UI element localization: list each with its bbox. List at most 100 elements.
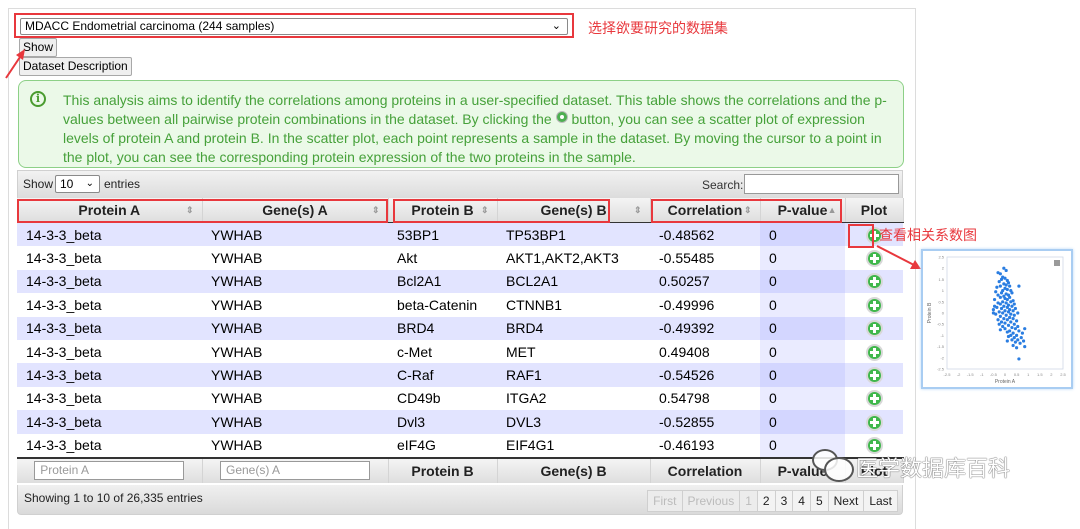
genes-a-filter-input[interactable]: Gene(s) A bbox=[220, 461, 370, 481]
scatter-point bbox=[992, 297, 997, 302]
highlight-protein-gene-b bbox=[393, 199, 610, 223]
plot-cell bbox=[845, 316, 903, 340]
scatter-point bbox=[992, 304, 997, 308]
table-info-bar: Showing 1 to 10 of 26,335 entries First … bbox=[17, 485, 903, 515]
scatter-point bbox=[1019, 336, 1023, 340]
scatter-point bbox=[1017, 357, 1021, 361]
pagination-page-3[interactable]: 3 bbox=[774, 490, 794, 512]
scatter-point bbox=[1003, 321, 1007, 325]
dataset-select-highlight: MDACC Endometrial carcinoma (244 samples… bbox=[14, 13, 574, 38]
scatter-point bbox=[996, 293, 1000, 297]
footer-correlation: Correlation bbox=[650, 456, 761, 483]
x-tick-label: -1 bbox=[980, 372, 984, 377]
scatter-point bbox=[991, 311, 995, 315]
protein-a-filter-input[interactable]: Protein A bbox=[34, 461, 185, 481]
plot-button-icon[interactable] bbox=[865, 320, 883, 338]
genes-a-cell: YWHAB bbox=[202, 363, 388, 387]
scatter-plot: -2.5 -2 -1.5 -1 -0.5 0 0.5 1 1.5 2 2.5 2.5 2 1.5 1 0.5 0… bbox=[927, 255, 1067, 386]
genes-a-cell: YWHAB bbox=[202, 246, 388, 270]
scatter-point bbox=[1012, 336, 1016, 340]
column-header-plot: Plot bbox=[845, 198, 904, 223]
info-icon: i bbox=[30, 91, 46, 107]
select-dataset-annotation: 选择欲要研究的数据集 bbox=[588, 21, 728, 37]
protein-a-cell: 14-3-3_beta bbox=[17, 316, 202, 340]
genes-a-cell: YWHAB bbox=[202, 410, 388, 434]
protein-b-cell: Bcl2A1 bbox=[388, 269, 497, 294]
scatter-point bbox=[998, 328, 1002, 332]
plot-button-icon[interactable] bbox=[865, 296, 883, 314]
scatter-point bbox=[1005, 287, 1009, 292]
y-tick-label: 1 bbox=[942, 288, 945, 293]
protein-b-cell: Akt bbox=[388, 246, 497, 270]
scatter-point bbox=[1011, 343, 1015, 348]
scatter-point bbox=[1011, 309, 1015, 313]
p-value-cell: 0 bbox=[760, 363, 845, 387]
genes-b-cell: BRD4 bbox=[497, 316, 650, 340]
table-row: 14-3-3_beta YWHAB CD49b ITGA2 0.54798 0 bbox=[17, 386, 903, 411]
scatter-point bbox=[1013, 340, 1018, 344]
pagination-page-5[interactable]: 5 bbox=[809, 490, 829, 512]
protein-b-cell: beta-Catenin bbox=[388, 293, 497, 317]
page-length-select[interactable]: 10 ⌄ bbox=[55, 175, 100, 193]
genes-a-cell: YWHAB bbox=[202, 222, 388, 247]
p-value-cell: 0 bbox=[760, 386, 845, 411]
genes-b-cell: EIF4G1 bbox=[497, 433, 650, 458]
genes-b-cell: CTNNB1 bbox=[497, 293, 650, 317]
pagination-page-4[interactable]: 4 bbox=[792, 490, 811, 512]
scatter-point bbox=[1005, 330, 1009, 334]
pagination-page-1[interactable]: 1 bbox=[739, 490, 758, 512]
scatter-point bbox=[1017, 329, 1021, 333]
genes-b-cell: TP53BP1 bbox=[497, 222, 650, 247]
scatter-point bbox=[991, 308, 995, 312]
genes-b-cell: ITGA2 bbox=[497, 386, 650, 411]
pagination-next[interactable]: Next bbox=[827, 490, 865, 512]
scatter-point bbox=[1013, 327, 1018, 331]
genes-a-cell: YWHAB bbox=[202, 269, 388, 294]
scatter-point bbox=[1004, 313, 1008, 317]
scatter-point bbox=[1004, 268, 1008, 273]
scatter-point bbox=[996, 318, 1000, 322]
x-tick-label: -1.5 bbox=[967, 372, 975, 377]
entries-status: Showing 1 to 10 of 26,335 entries bbox=[24, 491, 203, 505]
plot-button-icon[interactable] bbox=[865, 343, 883, 361]
genes-b-cell: DVL3 bbox=[497, 410, 650, 434]
pagination-page-2[interactable]: 2 bbox=[756, 490, 776, 512]
x-tick-label: -2.5 bbox=[944, 372, 952, 377]
plot-button-icon[interactable] bbox=[865, 390, 883, 408]
plot-button-icon[interactable] bbox=[865, 273, 883, 291]
highlight-correlation-pvalue bbox=[651, 199, 842, 223]
scatter-point bbox=[1008, 284, 1012, 288]
sort-icon: ⇕ bbox=[633, 205, 642, 215]
pagination-last[interactable]: Last bbox=[863, 490, 898, 512]
footer-filter-protein-a: Protein A bbox=[17, 456, 203, 483]
x-tick-label: -2 bbox=[957, 372, 961, 377]
search-input[interactable] bbox=[744, 174, 899, 194]
plot-button-icon[interactable] bbox=[865, 366, 883, 384]
y-tick-label: -1 bbox=[940, 333, 944, 338]
dataset-description-button[interactable]: Dataset Description bbox=[19, 57, 132, 76]
scatter-point bbox=[1017, 284, 1021, 288]
scatter-point bbox=[1005, 305, 1009, 309]
pagination-previous[interactable]: Previous bbox=[681, 490, 741, 512]
scatter-point bbox=[1005, 339, 1009, 343]
scatter-point bbox=[1018, 341, 1022, 345]
plot-cell bbox=[845, 363, 903, 387]
annotation-arrow-icon bbox=[876, 245, 921, 269]
info-text: This analysis aims to identify the corre… bbox=[63, 91, 893, 167]
plot-button-icon[interactable] bbox=[865, 413, 883, 431]
scatter-point bbox=[1009, 312, 1013, 316]
scatter-point bbox=[1006, 310, 1011, 314]
chevron-down-icon: ⌄ bbox=[85, 178, 94, 189]
table-row: 14-3-3_beta YWHAB Dvl3 DVL3 -0.52855 0 bbox=[17, 410, 903, 434]
pagination-first[interactable]: First bbox=[647, 490, 683, 512]
correlation-cell: 0.49408 bbox=[650, 339, 760, 364]
dataset-select[interactable]: MDACC Endometrial carcinoma (244 samples… bbox=[20, 18, 568, 35]
p-value-cell: 0 bbox=[760, 316, 845, 340]
scatter-point bbox=[1006, 281, 1011, 285]
table-row: 14-3-3_beta YWHAB C-Raf RAF1 -0.54526 0 bbox=[17, 363, 903, 387]
scatter-point bbox=[999, 291, 1004, 295]
plot-cell bbox=[845, 386, 903, 411]
genes-a-cell: YWHAB bbox=[202, 316, 388, 340]
scatter-point bbox=[1010, 291, 1014, 295]
scatter-point bbox=[998, 295, 1002, 299]
